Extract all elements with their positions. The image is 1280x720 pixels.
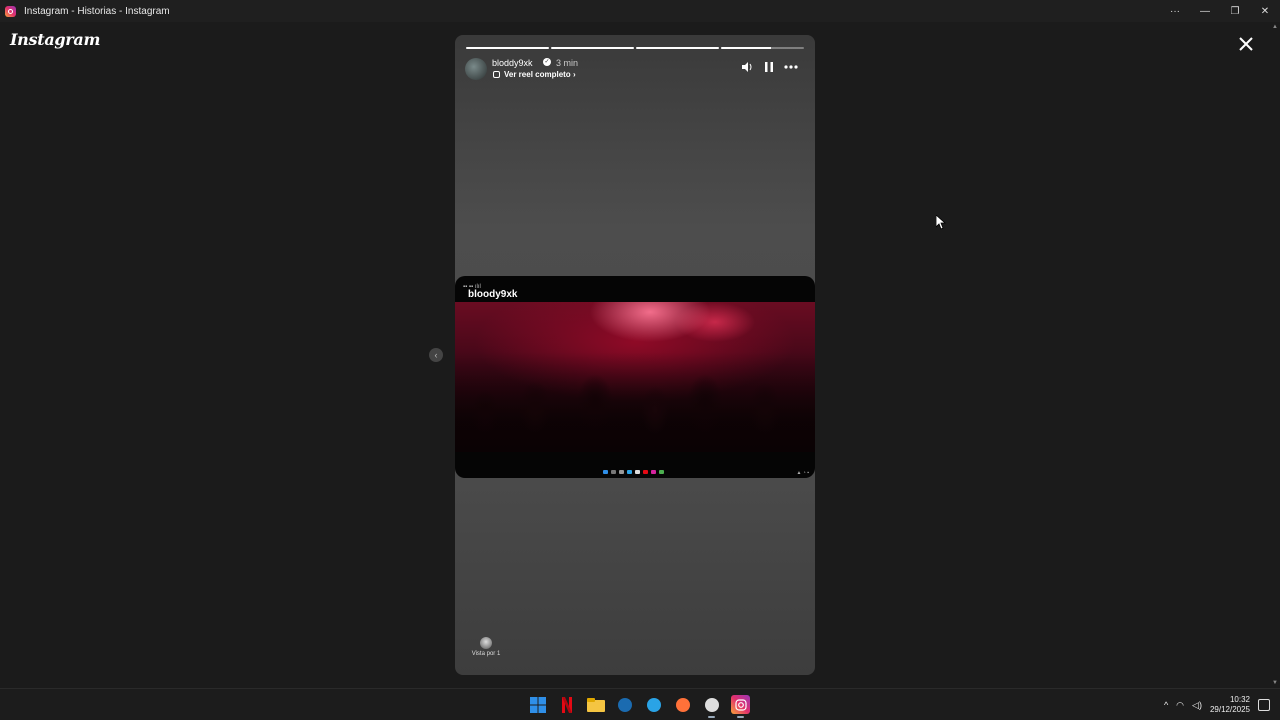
netflix-icon[interactable] (557, 695, 576, 714)
more-options-button[interactable]: ··· (1160, 0, 1190, 22)
clock-date: 29/12/2025 (1209, 705, 1250, 714)
minimize-button[interactable]: — (1190, 0, 1220, 22)
close-icon[interactable] (1236, 34, 1256, 54)
window-title: Instagram - Historias - Instagram (24, 5, 170, 17)
progress-fill (551, 47, 634, 49)
progress-segment (551, 47, 634, 49)
start-icon[interactable] (528, 695, 547, 714)
volume-icon[interactable] (739, 59, 755, 75)
avatar[interactable] (465, 58, 487, 80)
story-media[interactable]: ▪▪ ▪▪ ılıl bloody9xk ▲ ◔ ▪ (455, 276, 815, 478)
file-explorer-icon[interactable] (586, 695, 605, 714)
media-mini-taskbar (603, 470, 664, 474)
reel-icon (493, 71, 500, 78)
viewer-avatar (480, 637, 492, 649)
progress-segment (721, 47, 804, 49)
mouse-cursor-icon (936, 215, 946, 230)
notification-icon[interactable] (1258, 699, 1270, 711)
crowd-silhouettes (455, 352, 815, 452)
media-mini-tray: ▲ ◔ ▪ (796, 470, 809, 476)
story-header: bloddy9xk ✓ 3 min Ver reel completo › (465, 57, 805, 81)
chatgpt-icon[interactable] (702, 695, 721, 718)
firefox-icon[interactable] (673, 695, 692, 714)
clock[interactable]: 10:32 29/12/2025 (1210, 695, 1250, 715)
progress-fill (636, 47, 719, 49)
story-viewers[interactable]: Vista por 1 (471, 637, 501, 657)
story-time: 3 min (556, 58, 579, 68)
window-titlebar[interactable]: Instagram - Historias - Instagram ··· — … (0, 0, 1280, 22)
taskbar-apps (528, 695, 750, 718)
pause-icon[interactable] (761, 59, 777, 75)
close-window-button[interactable]: ✕ (1250, 0, 1280, 22)
windows-taskbar: ^ ◠ ◁) 10:32 29/12/2025 (0, 688, 1280, 720)
chevron-up-icon[interactable]: ^ (1164, 700, 1168, 710)
screen: Instagram - Historias - Instagram ··· — … (0, 0, 1280, 720)
viewers-count: Vista por 1 (471, 651, 501, 657)
window-scrollbar[interactable]: ▲ ▼ (1270, 22, 1280, 688)
verified-badge-icon: ✓ (543, 58, 551, 66)
scroll-down-icon[interactable]: ▼ (1272, 680, 1278, 686)
previous-story-button[interactable]: ‹ (429, 348, 443, 362)
wifi-icon[interactable]: ◠ (1176, 700, 1184, 711)
story-username[interactable]: bloddy9xk (492, 58, 533, 68)
reel-link-label: Ver reel completo (504, 70, 571, 79)
story-card[interactable]: bloddy9xk ✓ 3 min Ver reel completo › ▪▪… (455, 35, 815, 675)
view-full-reel-link[interactable]: Ver reel completo › (504, 70, 576, 79)
chevron-right-icon: › (572, 70, 576, 79)
window-controls: ··· — ❐ ✕ (1160, 0, 1280, 22)
restore-button[interactable]: ❐ (1220, 0, 1250, 22)
story-progress (466, 47, 804, 49)
concert-scene-image (455, 302, 815, 452)
safari-icon[interactable] (644, 695, 663, 714)
scroll-up-icon[interactable]: ▲ (1272, 24, 1278, 30)
progress-segment (466, 47, 549, 49)
progress-fill (721, 47, 771, 49)
chevron-left-icon: ‹ (434, 350, 438, 360)
progress-fill (466, 47, 549, 49)
clock-time: 10:32 (1229, 695, 1250, 704)
story-viewer: Instagram ‹ bloddy9xk ✓ 3 min Ver reel c… (0, 22, 1270, 688)
more-icon[interactable] (783, 59, 799, 75)
instagram-icon[interactable] (731, 695, 750, 718)
progress-segment (636, 47, 719, 49)
system-tray: ^ ◠ ◁) 10:32 29/12/2025 (1164, 689, 1270, 720)
media-username: bloody9xk (468, 289, 518, 300)
steam-icon[interactable] (615, 695, 634, 714)
speaker-icon[interactable]: ◁) (1192, 700, 1202, 711)
instagram-app-icon (5, 5, 16, 17)
instagram-logo[interactable]: Instagram (10, 30, 100, 49)
